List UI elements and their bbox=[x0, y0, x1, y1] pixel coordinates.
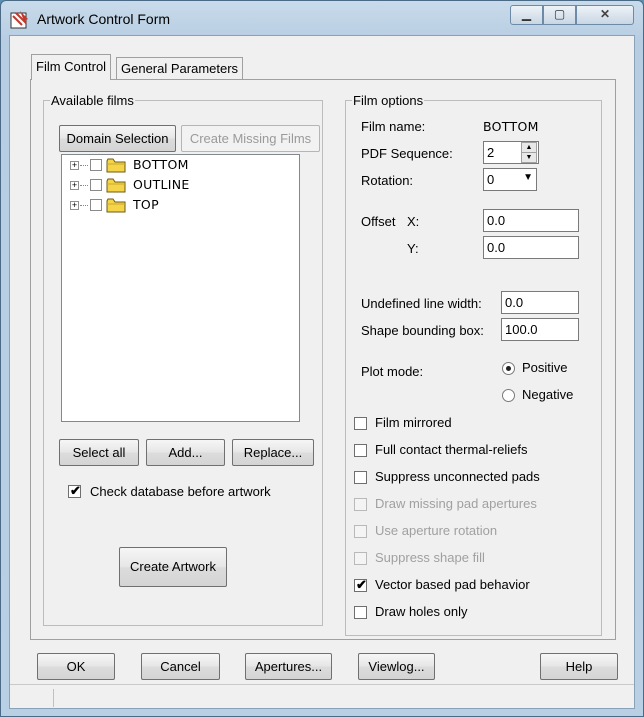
tab-film-control[interactable]: Film Control bbox=[31, 54, 112, 80]
maximize-icon: ▢ bbox=[553, 7, 566, 21]
available-films-group: Available films Domain Selection Create … bbox=[43, 93, 323, 626]
window-title: Artwork Control Form bbox=[37, 11, 171, 27]
suppress-shape-fill-label: Suppress shape fill bbox=[375, 550, 485, 565]
ok-button[interactable]: OK bbox=[37, 653, 115, 680]
film-options-label: Film options bbox=[352, 93, 425, 108]
film-checkbox[interactable] bbox=[90, 199, 102, 211]
available-films-label: Available films bbox=[50, 93, 135, 108]
positive-radio[interactable] bbox=[502, 362, 515, 375]
check-database-checkbox[interactable]: ✔ bbox=[68, 483, 81, 498]
artwork-app-icon bbox=[10, 11, 28, 29]
minimize-icon: ▁ bbox=[521, 7, 532, 21]
suppress-unconnected-pads-label: Suppress unconnected pads bbox=[375, 469, 540, 484]
film-mirrored-label: Film mirrored bbox=[375, 415, 452, 430]
use-aperture-rotation-checkbox[interactable] bbox=[354, 525, 367, 538]
shape-bounding-box-label: Shape bounding box: bbox=[361, 323, 484, 338]
expand-icon[interactable]: + bbox=[70, 201, 79, 210]
rotation-label: Rotation: bbox=[361, 173, 414, 188]
folder-icon bbox=[106, 158, 126, 173]
checkmark-icon: ✔ bbox=[356, 577, 367, 592]
film-options-group: Film options Film name: BOTTOM PDF Seque… bbox=[345, 93, 602, 636]
pdf-sequence-label: PDF Sequence: bbox=[361, 146, 453, 161]
tree-item-outline[interactable]: + OUTLINE bbox=[70, 177, 290, 195]
tree-connector bbox=[80, 165, 88, 166]
plot-mode-label: Plot mode: bbox=[361, 364, 424, 379]
form-client-area: Film Control General Parameters Availabl… bbox=[9, 35, 635, 709]
select-all-button[interactable]: Select all bbox=[59, 439, 139, 466]
use-aperture-rotation-label: Use aperture rotation bbox=[375, 523, 498, 538]
negative-label: Negative bbox=[522, 387, 574, 402]
apertures-button[interactable]: Apertures... bbox=[245, 653, 332, 680]
tree-item-bottom[interactable]: + BOTTOM bbox=[70, 157, 290, 175]
film-name: BOTTOM bbox=[133, 157, 189, 172]
add-button[interactable]: Add... bbox=[146, 439, 225, 466]
minimize-button[interactable]: ▁ bbox=[510, 5, 543, 25]
folder-icon bbox=[106, 178, 126, 193]
draw-holes-only-label: Draw holes only bbox=[375, 604, 468, 619]
pdf-sequence-value: 2 bbox=[487, 145, 495, 160]
vector-based-pad-behavior-label: Vector based pad behavior bbox=[375, 577, 530, 592]
domain-selection-button[interactable]: Domain Selection bbox=[59, 125, 176, 152]
spin-down-icon[interactable]: ▼ bbox=[521, 152, 537, 163]
film-checkbox[interactable] bbox=[90, 159, 102, 171]
film-control-panel: Available films Domain Selection Create … bbox=[30, 79, 616, 640]
draw-holes-only-checkbox[interactable] bbox=[354, 606, 367, 619]
draw-missing-pad-apertures-label: Draw missing pad apertures bbox=[375, 496, 537, 511]
status-pane bbox=[14, 689, 54, 707]
suppress-shape-fill-checkbox[interactable] bbox=[354, 552, 367, 565]
expand-icon[interactable]: + bbox=[70, 161, 79, 170]
folder-icon bbox=[106, 198, 126, 213]
tree-connector bbox=[80, 205, 88, 206]
full-contact-thermal-reliefs-checkbox[interactable] bbox=[354, 444, 367, 457]
offset-y-input[interactable]: 0.0 bbox=[483, 236, 579, 259]
close-icon: ✕ bbox=[599, 7, 611, 21]
create-artwork-button[interactable]: Create Artwork bbox=[119, 547, 227, 587]
title-bar[interactable]: Artwork Control Form ▁ ▢ ✕ bbox=[1, 1, 643, 35]
close-button[interactable]: ✕ bbox=[576, 5, 634, 25]
rotation-select[interactable]: 0 ▼ bbox=[483, 168, 537, 191]
positive-label: Positive bbox=[522, 360, 568, 375]
full-contact-thermal-reliefs-label: Full contact thermal-reliefs bbox=[375, 442, 528, 457]
undefined-line-width-input[interactable]: 0.0 bbox=[501, 291, 579, 314]
replace-button[interactable]: Replace... bbox=[232, 439, 314, 466]
film-name-label: Film name: bbox=[361, 119, 426, 134]
rotation-value: 0 bbox=[487, 172, 495, 187]
chevron-down-icon: ▼ bbox=[523, 172, 533, 183]
maximize-button[interactable]: ▢ bbox=[543, 5, 576, 25]
help-button[interactable]: Help bbox=[540, 653, 618, 680]
expand-icon[interactable]: + bbox=[70, 181, 79, 190]
film-name: TOP bbox=[133, 197, 159, 212]
offset-x-input[interactable]: 0.0 bbox=[483, 209, 579, 232]
offset-y-label: Y: bbox=[407, 241, 419, 256]
vector-based-pad-behavior-checkbox[interactable]: ✔ bbox=[354, 577, 367, 592]
shape-bounding-box-input[interactable]: 100.0 bbox=[501, 318, 579, 341]
film-checkbox[interactable] bbox=[90, 179, 102, 191]
tree-item-top[interactable]: + TOP bbox=[70, 197, 290, 215]
viewlog-button[interactable]: Viewlog... bbox=[358, 653, 435, 680]
film-name: OUTLINE bbox=[133, 177, 190, 192]
offset-x-label: X: bbox=[407, 214, 420, 229]
check-database-label: Check database before artwork bbox=[90, 484, 271, 499]
films-tree[interactable]: + BOTTOM + OUTLINE + TOP bbox=[61, 154, 300, 422]
negative-radio[interactable] bbox=[502, 389, 515, 402]
film-name-value: BOTTOM bbox=[483, 119, 539, 134]
suppress-unconnected-pads-checkbox[interactable] bbox=[354, 471, 367, 484]
offset-label: Offset bbox=[361, 214, 396, 229]
radio-selected-dot bbox=[506, 366, 511, 371]
create-missing-films-button[interactable]: Create Missing Films bbox=[181, 125, 320, 152]
cancel-button[interactable]: Cancel bbox=[141, 653, 220, 680]
status-bar bbox=[10, 684, 634, 709]
undefined-line-width-label: Undefined line width: bbox=[361, 296, 482, 311]
tree-connector bbox=[80, 185, 88, 186]
draw-missing-pad-apertures-checkbox[interactable] bbox=[354, 498, 367, 511]
tab-general-parameters[interactable]: General Parameters bbox=[116, 57, 244, 80]
film-mirrored-checkbox[interactable] bbox=[354, 417, 367, 430]
artwork-control-window: Artwork Control Form ▁ ▢ ✕ Film Control … bbox=[0, 0, 644, 717]
checkmark-icon: ✔ bbox=[70, 483, 81, 498]
